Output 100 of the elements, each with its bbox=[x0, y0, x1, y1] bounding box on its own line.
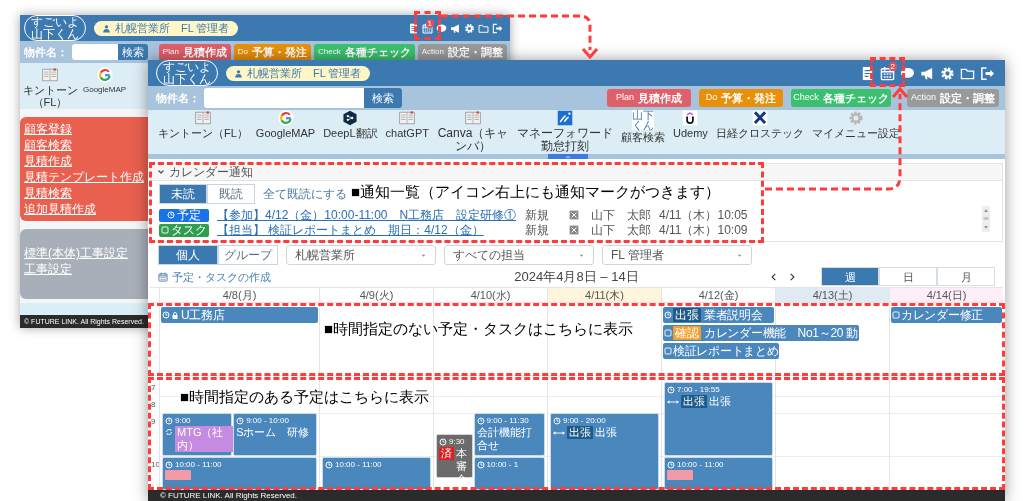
calendar-event[interactable]: 9:00 MTG（社内） bbox=[162, 413, 232, 456]
status-text: 新規 bbox=[525, 222, 550, 239]
tab[interactable]: グループ bbox=[218, 245, 278, 265]
dropdown[interactable]: すべての担当 bbox=[444, 245, 594, 265]
shortcut-button[interactable]: キントーン（FL） bbox=[20, 67, 80, 108]
tab[interactable]: 未読 bbox=[159, 184, 207, 204]
calendar-event[interactable]: 10:00 - 11:00 bbox=[664, 457, 773, 490]
chevron-left-icon[interactable] bbox=[769, 271, 779, 282]
calendar-event[interactable]: カレンダー修正 bbox=[891, 307, 1002, 323]
calendar-icon[interactable] bbox=[879, 65, 895, 81]
folder-icon[interactable] bbox=[477, 22, 489, 34]
shortcut-button[interactable]: 山下 くん 顧客検索 bbox=[621, 110, 665, 143]
notification-badge: 2 bbox=[888, 61, 897, 71]
tab[interactable]: 既読 bbox=[207, 184, 255, 204]
megaphone-icon[interactable] bbox=[919, 65, 935, 81]
search-field[interactable] bbox=[72, 44, 118, 60]
chevron-right-icon[interactable] bbox=[787, 271, 797, 282]
clock-icon bbox=[325, 460, 333, 469]
calendar-event[interactable]: 9:00 - 20:00 出張 出張 bbox=[550, 413, 659, 490]
pdca-button[interactable]: Do 予算・発注 bbox=[233, 43, 312, 61]
scrollbar[interactable] bbox=[982, 206, 990, 232]
pdca-button[interactable]: Action 設定・調整 bbox=[417, 43, 507, 61]
search-button[interactable]: 検索 bbox=[364, 88, 402, 108]
section-title: カレンダー通知 bbox=[169, 165, 253, 179]
pdca-button[interactable]: Check 各種チェック bbox=[314, 43, 415, 61]
hexagon-icon bbox=[342, 110, 359, 126]
pdca-button[interactable]: Action 設定・調整 bbox=[907, 89, 999, 107]
event-title: 検証レポートまとめ bbox=[673, 344, 779, 358]
calendar-event[interactable]: 7:00 - 19:55 出張 出張 bbox=[664, 382, 773, 456]
menu-link[interactable]: 顧客検索 bbox=[24, 137, 72, 153]
shortcut-button[interactable]: マイメニュー設定 bbox=[811, 110, 900, 139]
calendar-event[interactable]: 10:00 - 11:00 bbox=[322, 457, 431, 490]
clock-icon bbox=[236, 416, 245, 425]
tab[interactable]: 週 bbox=[821, 267, 879, 287]
event-time: 10:00 - 11:00 bbox=[677, 459, 724, 470]
event-title: Sホーム 研修 bbox=[236, 426, 310, 439]
calendar-event[interactable]: 9:00 - 10:00 Sホーム 研修 bbox=[233, 413, 318, 456]
tab[interactable]: 個人 bbox=[158, 245, 218, 265]
mark-all-read-link[interactable]: 全て既読にする bbox=[263, 185, 347, 203]
calendar-event[interactable]: 10:00 - 11:00 bbox=[162, 457, 317, 490]
hour-label: 7 bbox=[151, 382, 156, 394]
create-link[interactable]: 予定・タスクの作成 bbox=[158, 268, 271, 285]
person-icon bbox=[234, 68, 243, 78]
search-button[interactable]: 検索 bbox=[118, 44, 148, 60]
calendar-event[interactable]: 確認 カレンダー機能 No1～20 動 bbox=[663, 325, 859, 341]
logout-icon[interactable] bbox=[979, 65, 995, 81]
dropdown[interactable]: 札幌営業所 bbox=[286, 245, 436, 265]
settings-icon[interactable] bbox=[939, 65, 955, 81]
settings-icon bbox=[847, 110, 864, 126]
calendar-event[interactable]: 検証レポートまとめ bbox=[663, 343, 780, 359]
search-field[interactable] bbox=[204, 88, 364, 108]
chat-bubble-icon[interactable] bbox=[899, 65, 915, 81]
shortcut-button[interactable]: キントーン（FL） bbox=[158, 110, 248, 139]
timestamp: 4/11（木）10:09 bbox=[659, 222, 749, 239]
shortcut-button[interactable]: DeepL翻訳 bbox=[323, 110, 378, 139]
event-title: 業者説明会 bbox=[704, 308, 763, 322]
notification-link[interactable]: 【担当】 検証レポートまとめ 期日：4/12（金） bbox=[217, 223, 517, 237]
calendar-event[interactable]: 出張 業者説明会 bbox=[663, 307, 774, 323]
tab[interactable]: 月 bbox=[937, 267, 995, 287]
megaphone-icon[interactable] bbox=[449, 22, 461, 34]
close-icon[interactable] bbox=[569, 225, 579, 235]
pdca-button[interactable]: Do 予算・発注 bbox=[699, 89, 783, 107]
settings-icon[interactable] bbox=[463, 22, 475, 34]
event-title: 会計機能打合せ bbox=[476, 426, 533, 452]
shortcut-button[interactable]: chatGPT bbox=[385, 110, 429, 139]
shortcut-button[interactable]: マネーフォワード勤怠打刻 bbox=[517, 110, 613, 153]
status-text: 新規 bbox=[525, 207, 550, 224]
chevron-down-icon[interactable] bbox=[157, 168, 165, 176]
menu-link[interactable]: 見積検索 bbox=[24, 185, 72, 201]
calendar-event[interactable]: 9:00 - 11:30 会計機能打合せ bbox=[473, 413, 545, 456]
event-time: 10:00 - 1 bbox=[486, 459, 519, 470]
shortcut-button[interactable]: Canva（キャンバ） bbox=[437, 110, 509, 153]
calendar-event[interactable]: 10:00 - 1 bbox=[473, 457, 545, 490]
shortcut-button[interactable]: Udemy bbox=[673, 110, 708, 139]
tag-text: 予定 bbox=[177, 208, 201, 222]
dropdown[interactable]: FL 管理者 bbox=[602, 245, 752, 265]
event-time: 9:00 - 10:00 bbox=[246, 415, 289, 426]
pdca-button[interactable]: Plan 見積作成 bbox=[158, 43, 231, 61]
menu-link[interactable]: 見積テンプレート作成 bbox=[24, 169, 144, 185]
menu-link[interactable]: 追加見積作成 bbox=[24, 201, 96, 217]
tab[interactable]: 日 bbox=[879, 267, 937, 287]
clock-icon bbox=[476, 416, 485, 425]
menu-link[interactable]: 顧客登録 bbox=[24, 121, 72, 137]
event-title: カレンダー機能 No1～20 動 bbox=[704, 326, 858, 340]
pdca-button[interactable]: Check 各種チェック bbox=[791, 89, 891, 107]
chat-bubble-icon[interactable] bbox=[435, 22, 447, 34]
shortcut-button[interactable]: 日経クロステック bbox=[715, 110, 804, 139]
shortcut-button[interactable]: GoogleMAP bbox=[83, 67, 127, 96]
notification-link[interactable]: 【参加】4/12（金）10:00-11:00 N工務店 設定研修① bbox=[217, 208, 517, 222]
menu-link[interactable]: 見積作成 bbox=[24, 153, 72, 169]
book-icon bbox=[465, 110, 481, 126]
clock-icon bbox=[165, 416, 173, 425]
event-time: 9:30 bbox=[449, 436, 465, 447]
close-icon[interactable] bbox=[569, 210, 579, 220]
document-icon[interactable] bbox=[407, 22, 419, 34]
letter-g-icon bbox=[277, 110, 294, 126]
pdca-button[interactable]: Plan 見積作成 bbox=[607, 89, 691, 107]
logout-icon[interactable] bbox=[491, 22, 503, 34]
shortcut-button[interactable]: GoogleMAP bbox=[255, 110, 316, 139]
calendar-event[interactable]: U工務店 bbox=[161, 307, 318, 323]
